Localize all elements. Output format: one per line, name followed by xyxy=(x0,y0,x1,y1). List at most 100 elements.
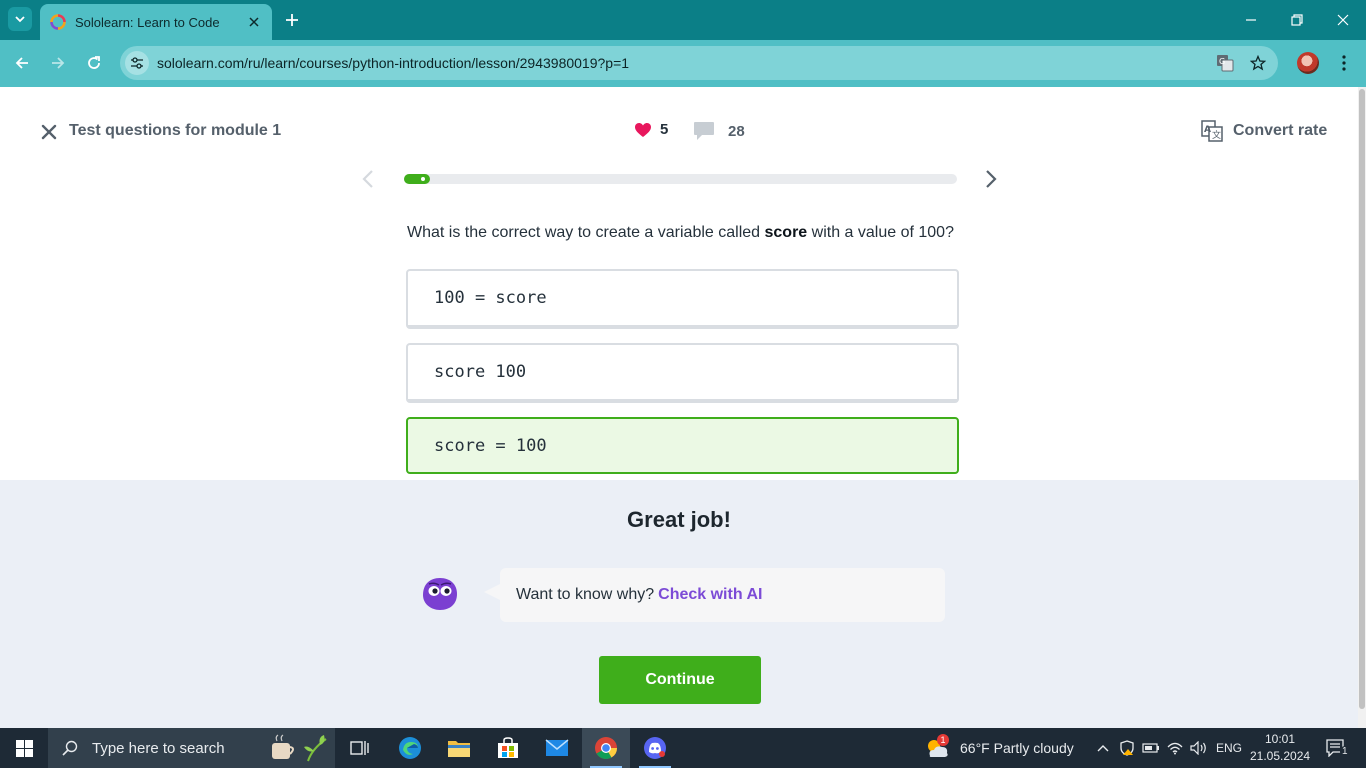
volume-tray-button[interactable] xyxy=(1188,728,1210,768)
svg-text:A: A xyxy=(1204,125,1211,135)
progress-knob xyxy=(419,175,427,183)
previous-question-button[interactable] xyxy=(358,167,378,191)
page-scrollbar[interactable] xyxy=(1358,87,1366,728)
restore-button[interactable] xyxy=(1274,0,1320,40)
task-view-button[interactable] xyxy=(336,728,384,768)
mail-taskbar-button[interactable] xyxy=(533,728,581,768)
check-with-ai-link[interactable]: Check with AI xyxy=(658,586,762,604)
back-button[interactable] xyxy=(10,51,34,75)
svg-text:文: 文 xyxy=(1212,129,1221,141)
weather-icon-wrapper: 1 xyxy=(924,734,950,760)
bookmark-button[interactable] xyxy=(1248,53,1268,73)
edge-icon xyxy=(399,737,421,759)
comments-count: 28 xyxy=(728,122,745,140)
ai-hint-bubble: Want to know why? Check with AI xyxy=(500,568,945,622)
browser-tab[interactable]: Sololearn: Learn to Code xyxy=(40,4,272,40)
question-prefix: What is the correct way to create a vari… xyxy=(407,224,765,241)
tab-search-button[interactable] xyxy=(8,7,32,31)
security-tray-button[interactable] xyxy=(1116,728,1138,768)
lesson-progress-bar xyxy=(404,174,957,184)
translate-icon: A文 xyxy=(1201,120,1223,142)
url-text: sololearn.com/ru/learn/courses/python-in… xyxy=(157,55,630,71)
convert-rate-button[interactable]: A文 Convert rate xyxy=(1201,120,1327,142)
scrollbar-thumb[interactable] xyxy=(1359,89,1365,709)
next-question-button[interactable] xyxy=(981,167,1001,191)
windows-logo-icon xyxy=(15,739,33,757)
weather-text: 66°F Partly cloudy xyxy=(960,740,1074,756)
browser-tab-bar: Sololearn: Learn to Code xyxy=(0,0,1366,40)
continue-button[interactable]: Continue xyxy=(599,656,761,704)
system-clock[interactable]: 10:01 21.05.2024 xyxy=(1250,731,1310,765)
mascot-avatar xyxy=(423,578,457,610)
chrome-taskbar-button[interactable] xyxy=(582,728,630,768)
comment-icon xyxy=(694,122,714,140)
chevron-right-icon xyxy=(986,170,997,188)
discord-icon xyxy=(644,737,666,759)
taskbar-search[interactable]: Type here to search xyxy=(48,728,335,768)
answer-option-2[interactable]: score 100 xyxy=(406,343,959,403)
microsoft-store-icon xyxy=(498,737,518,758)
language-indicator[interactable]: ENG xyxy=(1212,728,1246,768)
arrow-right-icon xyxy=(52,57,65,69)
clock-time: 10:01 xyxy=(1264,732,1296,746)
speaker-icon xyxy=(1190,741,1206,755)
clock-date: 21.05.2024 xyxy=(1250,749,1311,763)
chrome-icon xyxy=(595,737,617,759)
reload-button[interactable] xyxy=(82,51,106,75)
show-hidden-icons-button[interactable] xyxy=(1094,728,1112,768)
search-highlight-tea-icon xyxy=(272,734,327,762)
kebab-menu-icon xyxy=(1342,55,1346,71)
tab-close-icon[interactable] xyxy=(246,14,262,30)
start-button[interactable] xyxy=(0,728,48,768)
lesson-title: Test questions for module 1 xyxy=(69,122,282,139)
arrow-left-icon xyxy=(15,57,28,69)
wifi-icon xyxy=(1167,742,1183,755)
reload-icon xyxy=(88,56,100,69)
discord-taskbar-button[interactable] xyxy=(631,728,679,768)
star-icon xyxy=(1250,55,1266,71)
windows-taskbar: Type here to search 1 66°F Partly cloudy… xyxy=(0,728,1366,768)
minimize-button[interactable] xyxy=(1228,0,1274,40)
hearts-count: 5 xyxy=(660,121,669,138)
question-keyword: score xyxy=(764,224,808,241)
new-tab-button[interactable] xyxy=(282,10,302,30)
close-lesson-button[interactable] xyxy=(38,121,60,143)
speech-bubble-tail xyxy=(484,584,500,600)
mail-icon xyxy=(545,739,569,756)
notification-center-button[interactable]: 1 xyxy=(1322,736,1350,760)
answer-option-3-correct[interactable]: score = 100 xyxy=(406,417,959,474)
hearts-counter[interactable]: 5 xyxy=(634,121,668,138)
question-suffix: with a value of 100? xyxy=(807,224,954,241)
store-taskbar-button[interactable] xyxy=(484,728,532,768)
translate-page-button[interactable]: G xyxy=(1215,53,1235,73)
feedback-panel: Great job! Want to know why? Check with … xyxy=(0,480,1358,728)
profile-avatar[interactable] xyxy=(1297,52,1319,74)
notification-count: 1 xyxy=(1340,746,1350,757)
edge-taskbar-button[interactable] xyxy=(386,728,434,768)
file-explorer-taskbar-button[interactable] xyxy=(435,728,483,768)
minimize-icon xyxy=(1246,19,1256,21)
chevron-up-icon xyxy=(1097,745,1109,752)
forward-button[interactable] xyxy=(46,51,70,75)
site-info-button[interactable] xyxy=(125,51,149,75)
weather-widget[interactable]: 1 66°F Partly cloudy xyxy=(924,728,1074,768)
answer-option-1[interactable]: 100 = score xyxy=(406,269,959,329)
close-icon xyxy=(41,124,57,140)
folder-icon xyxy=(448,741,470,757)
google-translate-icon: G xyxy=(1217,55,1234,72)
search-icon xyxy=(62,740,78,756)
answer-option-code: score = 100 xyxy=(434,435,547,456)
battery-tray-button[interactable] xyxy=(1140,728,1162,768)
restore-icon xyxy=(1291,14,1303,26)
feedback-title: Great job! xyxy=(627,507,731,532)
weather-alert-badge: 1 xyxy=(937,734,949,746)
address-bar[interactable]: sololearn.com/ru/learn/courses/python-in… xyxy=(120,46,1278,80)
tune-icon xyxy=(131,57,143,69)
convert-rate-label: Convert rate xyxy=(1233,122,1328,139)
browser-menu-button[interactable] xyxy=(1334,52,1354,74)
comments-button[interactable]: 28 xyxy=(693,121,745,141)
network-tray-button[interactable] xyxy=(1164,728,1186,768)
sololearn-logo-icon xyxy=(50,14,66,30)
answer-option-code: score 100 xyxy=(434,362,527,382)
close-window-button[interactable] xyxy=(1320,0,1366,40)
